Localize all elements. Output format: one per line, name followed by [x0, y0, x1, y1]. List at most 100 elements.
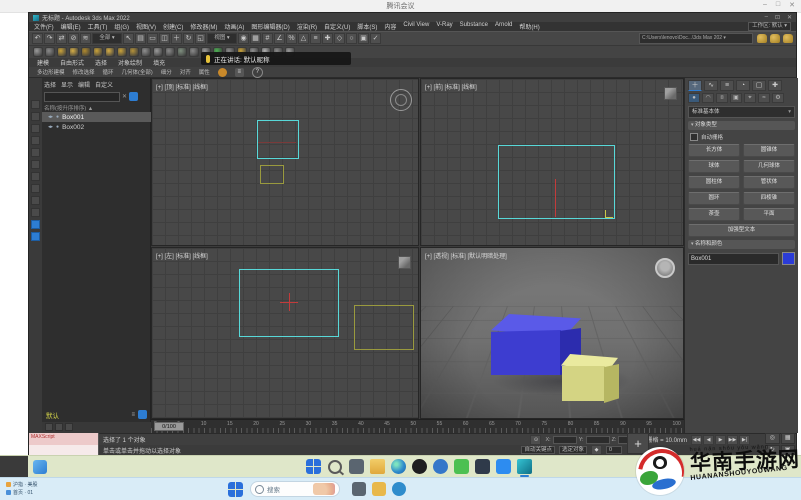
- primitive-category-dropdown[interactable]: 标准基本体 ▾: [688, 106, 795, 118]
- menu-item[interactable]: Arnold: [495, 22, 512, 31]
- menu-item[interactable]: 动画(A): [224, 22, 244, 31]
- command-tab-icon[interactable]: ◔: [736, 80, 750, 91]
- meeting-control-1[interactable]: □: [776, 1, 780, 9]
- playback-button[interactable]: ◀: [703, 434, 714, 445]
- taskbar-icon-task-view[interactable]: [352, 482, 366, 496]
- toolbar2-icon[interactable]: [105, 47, 115, 57]
- toolbar-icon[interactable]: ↻: [183, 33, 194, 44]
- explorer-row[interactable]: ◂▸ ● Box002: [42, 122, 151, 132]
- taskbar-icon-3dsmax[interactable]: [517, 459, 532, 477]
- max-window-control-2[interactable]: ✕: [787, 14, 792, 21]
- toolbar2-icon[interactable]: [33, 47, 43, 57]
- toolbar2-icon[interactable]: [165, 47, 175, 57]
- taskbar-icon-start[interactable]: [306, 459, 321, 474]
- viewport-nav-icon[interactable]: ◎: [765, 433, 780, 444]
- toolbar-icon[interactable]: ▭: [147, 33, 158, 44]
- timeline-trackbar[interactable]: 0/100 0510152025303540455055606570758085…: [151, 419, 684, 433]
- menu-item[interactable]: 脚本(S): [357, 22, 377, 31]
- max-window-control-1[interactable]: ⊡: [775, 14, 780, 21]
- explorer-bottom-icon[interactable]: [65, 423, 73, 431]
- primitive-button[interactable]: 长方体: [688, 144, 740, 157]
- viewport-persp-label[interactable]: [+] [透视] [标准] [默认明暗处理]: [425, 251, 507, 260]
- toolbar-icon[interactable]: ↶: [32, 33, 43, 44]
- explorer-strip-icon[interactable]: [31, 220, 40, 229]
- menu-item[interactable]: 文件(F): [34, 22, 54, 31]
- explorer-strip-icon[interactable]: [31, 112, 40, 121]
- menu-item[interactable]: 帮助(H): [519, 22, 539, 31]
- coord-field[interactable]: [585, 435, 610, 444]
- toolbar-icon[interactable]: △: [298, 33, 309, 44]
- render-setup-icon[interactable]: [757, 34, 767, 43]
- menu-item[interactable]: V-Ray: [436, 22, 452, 31]
- command-tab-icon[interactable]: ▢: [752, 80, 766, 91]
- menu-item[interactable]: 组(G): [114, 22, 129, 31]
- toolbar-icon[interactable]: ⊘: [68, 33, 79, 44]
- box002-front-face[interactable]: [562, 366, 605, 401]
- toolbar-icon[interactable]: ⇄: [56, 33, 67, 44]
- ribbon-panel-label[interactable]: 几何体(全部): [122, 68, 153, 76]
- viewport-left-label[interactable]: [+] [左] [标准] [线框]: [156, 251, 208, 260]
- taskbar-icon-edge[interactable]: [391, 459, 406, 474]
- meeting-control-0[interactable]: –: [763, 1, 767, 9]
- toolbar-icon[interactable]: ○: [346, 33, 357, 44]
- selection-lock-icon[interactable]: ⊙: [530, 434, 542, 445]
- toolbar-icon[interactable]: ▤: [135, 33, 146, 44]
- playback-button[interactable]: ▶: [715, 434, 726, 445]
- command-tab-icon[interactable]: ∿: [704, 80, 718, 91]
- menu-item[interactable]: 编辑(E): [61, 22, 81, 31]
- explorer-strip-icon[interactable]: [31, 160, 40, 169]
- box001-wireframe-front[interactable]: [498, 145, 615, 219]
- primitive-button[interactable]: 茶壶: [688, 208, 740, 221]
- playback-button[interactable]: ◀◀: [691, 434, 702, 445]
- ribbon-tab[interactable]: 对象绘制: [118, 58, 142, 67]
- explorer-strip-icon[interactable]: [31, 208, 40, 217]
- menu-item[interactable]: 渲染(R): [297, 22, 317, 31]
- toolbar2-icon[interactable]: [69, 47, 79, 57]
- coord-field[interactable]: [552, 435, 577, 444]
- ribbon-tab[interactable]: 自由形式: [60, 58, 84, 67]
- primitive-button[interactable]: 几何球体: [743, 160, 795, 173]
- render-frame-icon[interactable]: [770, 34, 780, 43]
- toolbar-icon[interactable]: ▣: [358, 33, 369, 44]
- subcategory-icon[interactable]: ≈: [758, 93, 770, 103]
- node-expand-icon[interactable]: ◂▸: [48, 124, 53, 130]
- primitive-button[interactable]: 四棱锥: [743, 192, 795, 205]
- ribbon-panel-label[interactable]: 多边形建模: [37, 68, 65, 76]
- toolbar2-icon[interactable]: [57, 47, 67, 57]
- node-expand-icon[interactable]: ◂▸: [48, 114, 53, 120]
- max-window-control-0[interactable]: –: [765, 14, 768, 21]
- menu-item[interactable]: Civil View: [403, 22, 429, 31]
- explorer-row[interactable]: ◂▸ ● Box001: [42, 112, 151, 122]
- list-icon[interactable]: ≡: [131, 412, 135, 418]
- toolbar2-icon[interactable]: [153, 47, 163, 57]
- taskbar-icon-app-dark[interactable]: [475, 459, 490, 474]
- toolbar-icon[interactable]: 视图 ▾: [207, 33, 237, 44]
- toolbar-icon[interactable]: ▦: [250, 33, 261, 44]
- list-panel-icon[interactable]: ≡: [234, 67, 244, 77]
- subcategory-icon[interactable]: ⚙: [772, 93, 784, 103]
- toolbar2-icon[interactable]: [129, 47, 139, 57]
- explorer-search-input[interactable]: [44, 91, 120, 102]
- rollout-name-color[interactable]: 名称和颜色: [688, 240, 795, 249]
- subcategory-icon[interactable]: ◠: [702, 93, 714, 103]
- autogrid-checkbox[interactable]: [690, 133, 698, 141]
- search-box[interactable]: 搜索: [250, 481, 340, 497]
- clear-search-icon[interactable]: ✕: [122, 93, 127, 100]
- toolbar-icon[interactable]: ✚: [322, 33, 333, 44]
- primitive-button[interactable]: 圆锥体: [743, 144, 795, 157]
- layer-default-label[interactable]: 默认: [46, 410, 59, 420]
- playback-button[interactable]: ▶▶: [727, 434, 738, 445]
- viewcube-icon[interactable]: [398, 256, 411, 269]
- menu-item[interactable]: 内容: [384, 22, 396, 31]
- explorer-tab[interactable]: 显示: [61, 80, 73, 89]
- taskbar-icon-file-explorer[interactable]: [370, 459, 385, 474]
- auto-key-button[interactable]: 自动关键点: [521, 446, 555, 454]
- bell-icon[interactable]: [217, 67, 227, 77]
- primitive-button[interactable]: 平面: [743, 208, 795, 221]
- toolbar-icon[interactable]: %: [286, 33, 297, 44]
- textplus-button[interactable]: 加强型文本: [688, 224, 795, 237]
- explorer-strip-icon[interactable]: [31, 148, 40, 157]
- steering-wheel-icon[interactable]: [390, 89, 412, 111]
- taskbar-icon-wechat[interactable]: [454, 459, 469, 474]
- object-color-swatch[interactable]: [782, 252, 795, 265]
